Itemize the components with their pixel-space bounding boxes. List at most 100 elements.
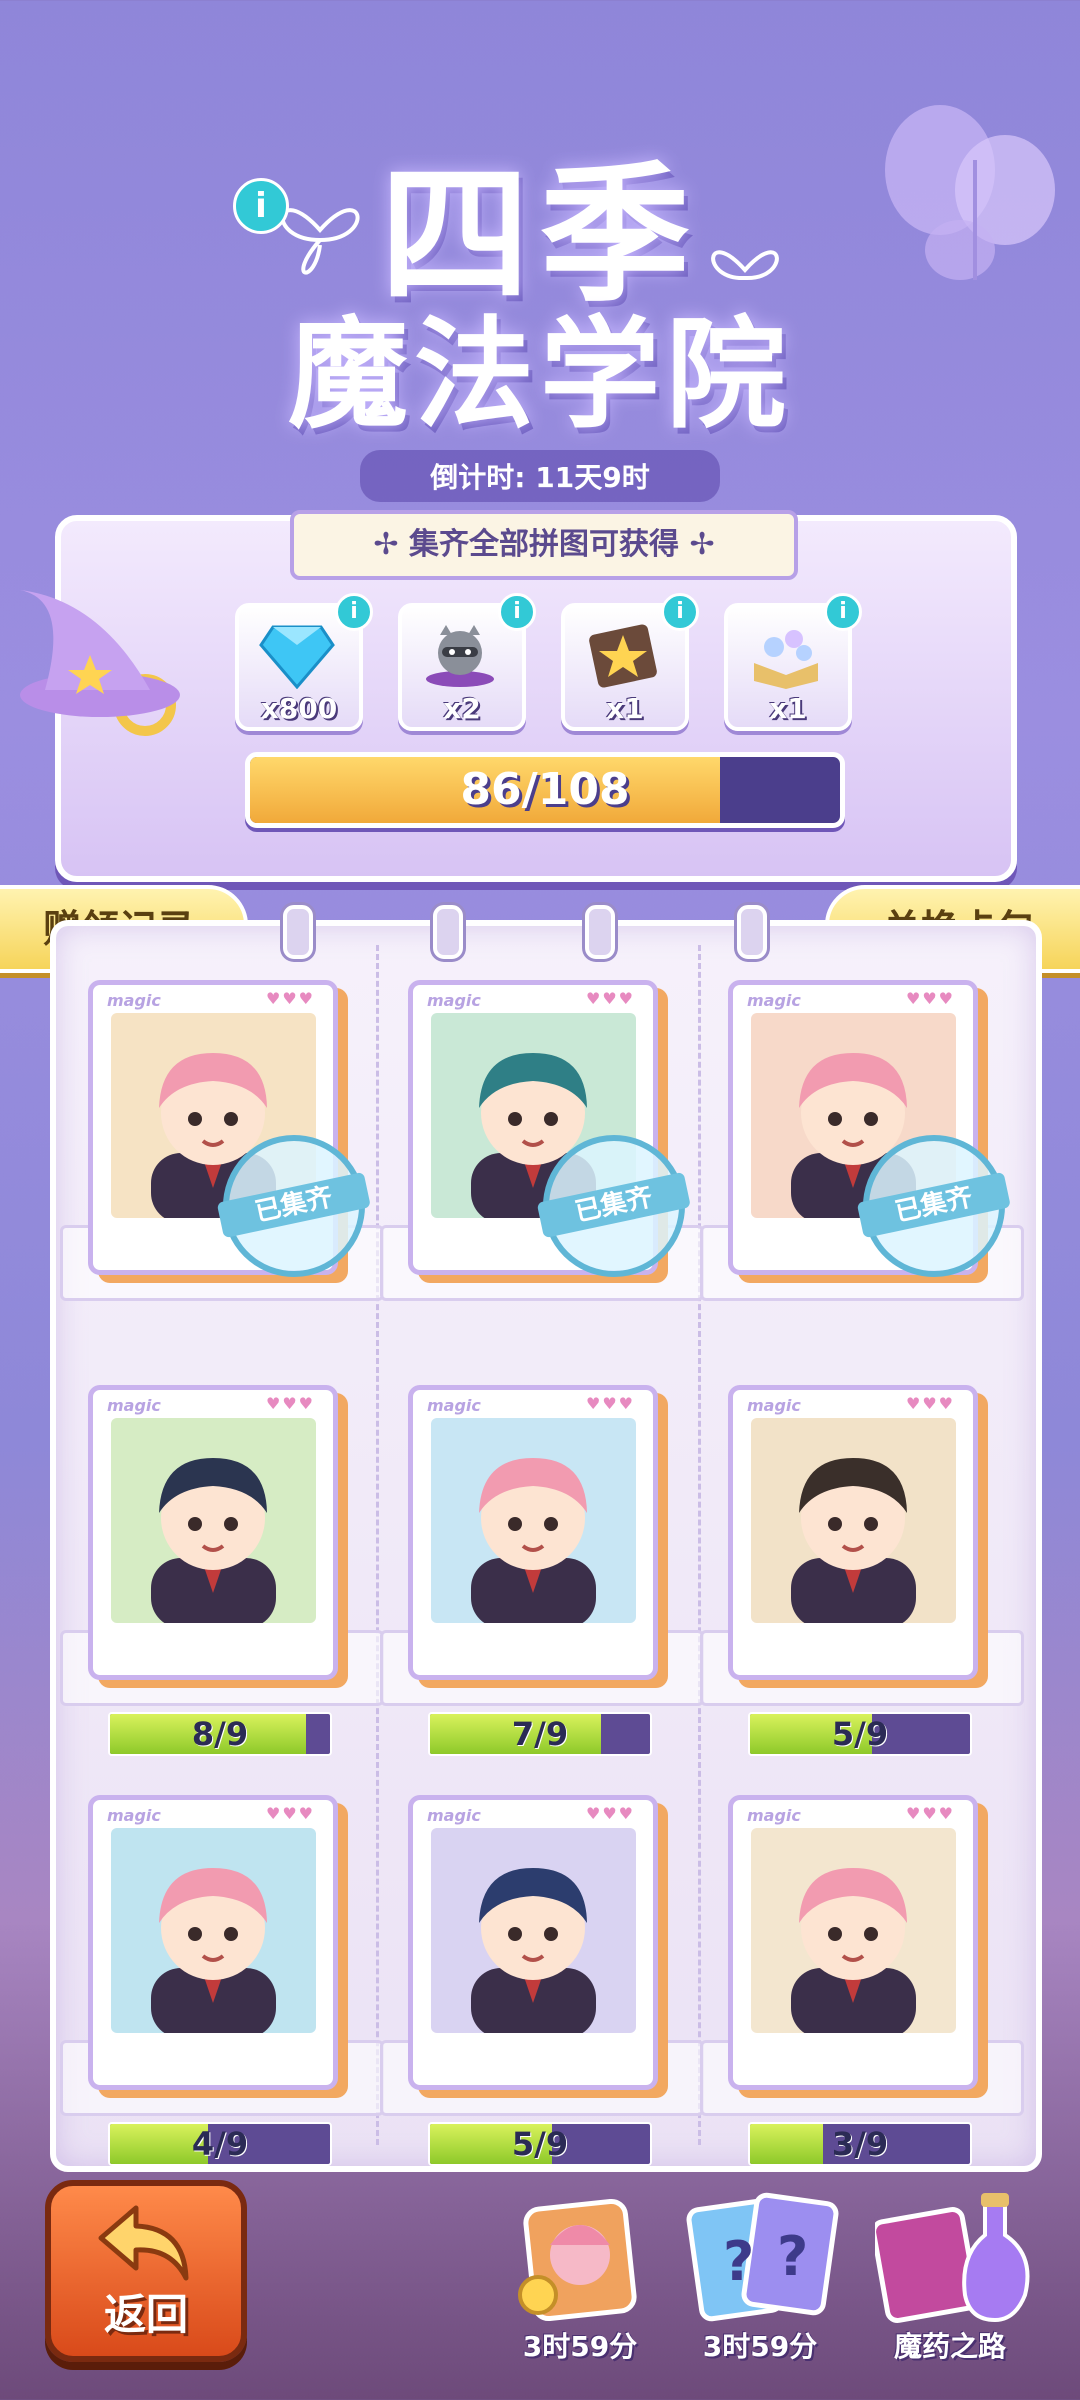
card-frame: magic ♥♥♥ (408, 1795, 658, 2090)
character-portrait-icon (151, 1868, 276, 2033)
collection-progress-bar: 86/108 (245, 752, 845, 828)
album-ring (737, 905, 767, 959)
card-portrait (751, 1418, 956, 1623)
reward-diamond[interactable]: i x800 (235, 593, 373, 731)
reward-info-button[interactable]: i (498, 593, 536, 631)
card-portrait (431, 1418, 636, 1623)
card-piece-counter: 4/9 (108, 2122, 332, 2166)
counter-text: 5/9 (831, 1715, 889, 1753)
rewards-banner: ✢ 集齐全部拼图可获得 ✢ (290, 510, 798, 580)
card-brand: magic (747, 1806, 801, 1825)
svg-text:?: ? (723, 2230, 754, 2293)
counter-text: 5/9 (511, 2125, 569, 2163)
album-ring (433, 905, 463, 959)
potion-road-label: 魔药之路 (893, 2330, 1006, 2363)
card-brand: magic (107, 991, 161, 1010)
countdown-timer: 倒计时: 11天9时 (360, 450, 720, 502)
mystery-card-button[interactable]: ? ? 3时59分 (685, 2185, 839, 2365)
column-divider (698, 945, 704, 2145)
character-portrait-icon (791, 1458, 916, 1623)
collected-stamp-text: 已集齐 (536, 1171, 691, 1239)
hearts-icon: ♥♥♥ (265, 1394, 315, 1413)
title-line-2: 魔法学院 (288, 304, 792, 445)
character-pack-button[interactable]: 3时59分 (505, 2185, 655, 2365)
reward-raccoon[interactable]: i x2 (398, 593, 536, 731)
card-brand: magic (107, 1806, 161, 1825)
hearts-icon: ♥♥♥ (265, 989, 315, 1008)
magic-book-icon (754, 630, 818, 689)
potion-book-icon (875, 2193, 1030, 2323)
card-brand: magic (747, 1396, 801, 1415)
reward-info-button[interactable]: i (824, 593, 862, 631)
svg-text:?: ? (777, 2225, 808, 2288)
back-label: 返回 (103, 2290, 188, 2339)
character-pack-icon (518, 2198, 637, 2322)
column-divider (376, 945, 382, 2145)
collected-stamp-text: 已集齐 (216, 1171, 371, 1239)
counter-text: 8/9 (191, 1715, 249, 1753)
hearts-icon: ♥♥♥ (585, 1394, 635, 1413)
card-brand: magic (107, 1396, 161, 1415)
mystery-card-icon: ? ? (686, 2192, 839, 2322)
return-arrow-icon (98, 2205, 189, 2281)
card-portrait (751, 1828, 956, 2033)
puzzle-card[interactable]: magic ♥♥♥ (408, 1795, 658, 2090)
rewards-banner-text: 集齐全部拼图可获得 (409, 527, 679, 562)
reward-quantity: x1 (606, 692, 644, 725)
collected-stamp-text: 已集齐 (856, 1171, 1011, 1239)
card-portrait (431, 1828, 636, 2033)
hearts-icon: ♥♥♥ (905, 989, 955, 1008)
sparkle-icon: ✢ (679, 527, 715, 562)
title-line-1: 四季 (379, 147, 700, 323)
counter-text: 7/9 (511, 1715, 569, 1753)
character-portrait-icon (151, 1458, 276, 1623)
sparkle-icon: ✢ (373, 527, 409, 562)
card-piece-counter: 7/9 (428, 1712, 652, 1756)
character-pack-timer: 3时59分 (522, 2330, 638, 2363)
wizard-hat-icon (20, 590, 180, 736)
hearts-icon: ♥♥♥ (585, 989, 635, 1008)
progress-text: 86/108 (460, 764, 630, 815)
card-frame: magic ♥♥♥ (88, 1385, 338, 1680)
character-portrait-icon (471, 1458, 596, 1623)
card-piece-counter: 5/9 (428, 2122, 652, 2166)
puzzle-card[interactable]: magic ♥♥♥ (88, 1795, 338, 2090)
event-title: 四季 魔法学院 (240, 160, 840, 440)
reward-info-button[interactable]: i (661, 593, 699, 631)
card-frame: magic ♥♥♥ (728, 1385, 978, 1680)
hearts-icon: ♥♥♥ (905, 1394, 955, 1413)
card-portrait (111, 1828, 316, 2033)
character-portrait-icon (791, 1868, 916, 2033)
puzzle-card[interactable]: magic ♥♥♥ (408, 1385, 658, 1680)
card-brand: magic (747, 991, 801, 1010)
card-piece-counter: 8/9 (108, 1712, 332, 1756)
reward-quantity: x800 (260, 692, 338, 725)
hearts-icon: ♥♥♥ (585, 1804, 635, 1823)
star-card-icon (589, 624, 657, 688)
reward-star-card[interactable]: i x1 (561, 593, 699, 731)
reward-quantity: x1 (769, 692, 807, 725)
card-brand: magic (427, 1396, 481, 1415)
counter-text: 4/9 (191, 2125, 249, 2163)
hearts-icon: ♥♥♥ (905, 1804, 955, 1823)
hearts-icon: ♥♥♥ (265, 1804, 315, 1823)
back-button[interactable]: 返回 (45, 2180, 247, 2362)
diamond-icon (259, 625, 335, 689)
reward-magic-book[interactable]: i x1 (724, 593, 862, 731)
counter-text: 3/9 (831, 2125, 889, 2163)
raccoon-icon (426, 625, 494, 687)
card-frame: magic ♥♥♥ (88, 1795, 338, 2090)
card-brand: magic (427, 991, 481, 1010)
puzzle-card[interactable]: magic ♥♥♥ (728, 1385, 978, 1680)
album-ring (585, 905, 615, 959)
reward-info-button[interactable]: i (335, 593, 373, 631)
puzzle-card[interactable]: magic ♥♥♥ (88, 1385, 338, 1680)
butterfly-icon (885, 105, 1055, 280)
card-frame: magic ♥♥♥ (408, 1385, 658, 1680)
puzzle-card[interactable]: magic ♥♥♥ (728, 1795, 978, 2090)
character-portrait-icon (471, 1868, 596, 2033)
card-piece-counter: 3/9 (748, 2122, 972, 2166)
potion-road-button[interactable]: 魔药之路 (875, 2185, 1030, 2365)
card-brand: magic (427, 1806, 481, 1825)
card-frame: magic ♥♥♥ (728, 1795, 978, 2090)
